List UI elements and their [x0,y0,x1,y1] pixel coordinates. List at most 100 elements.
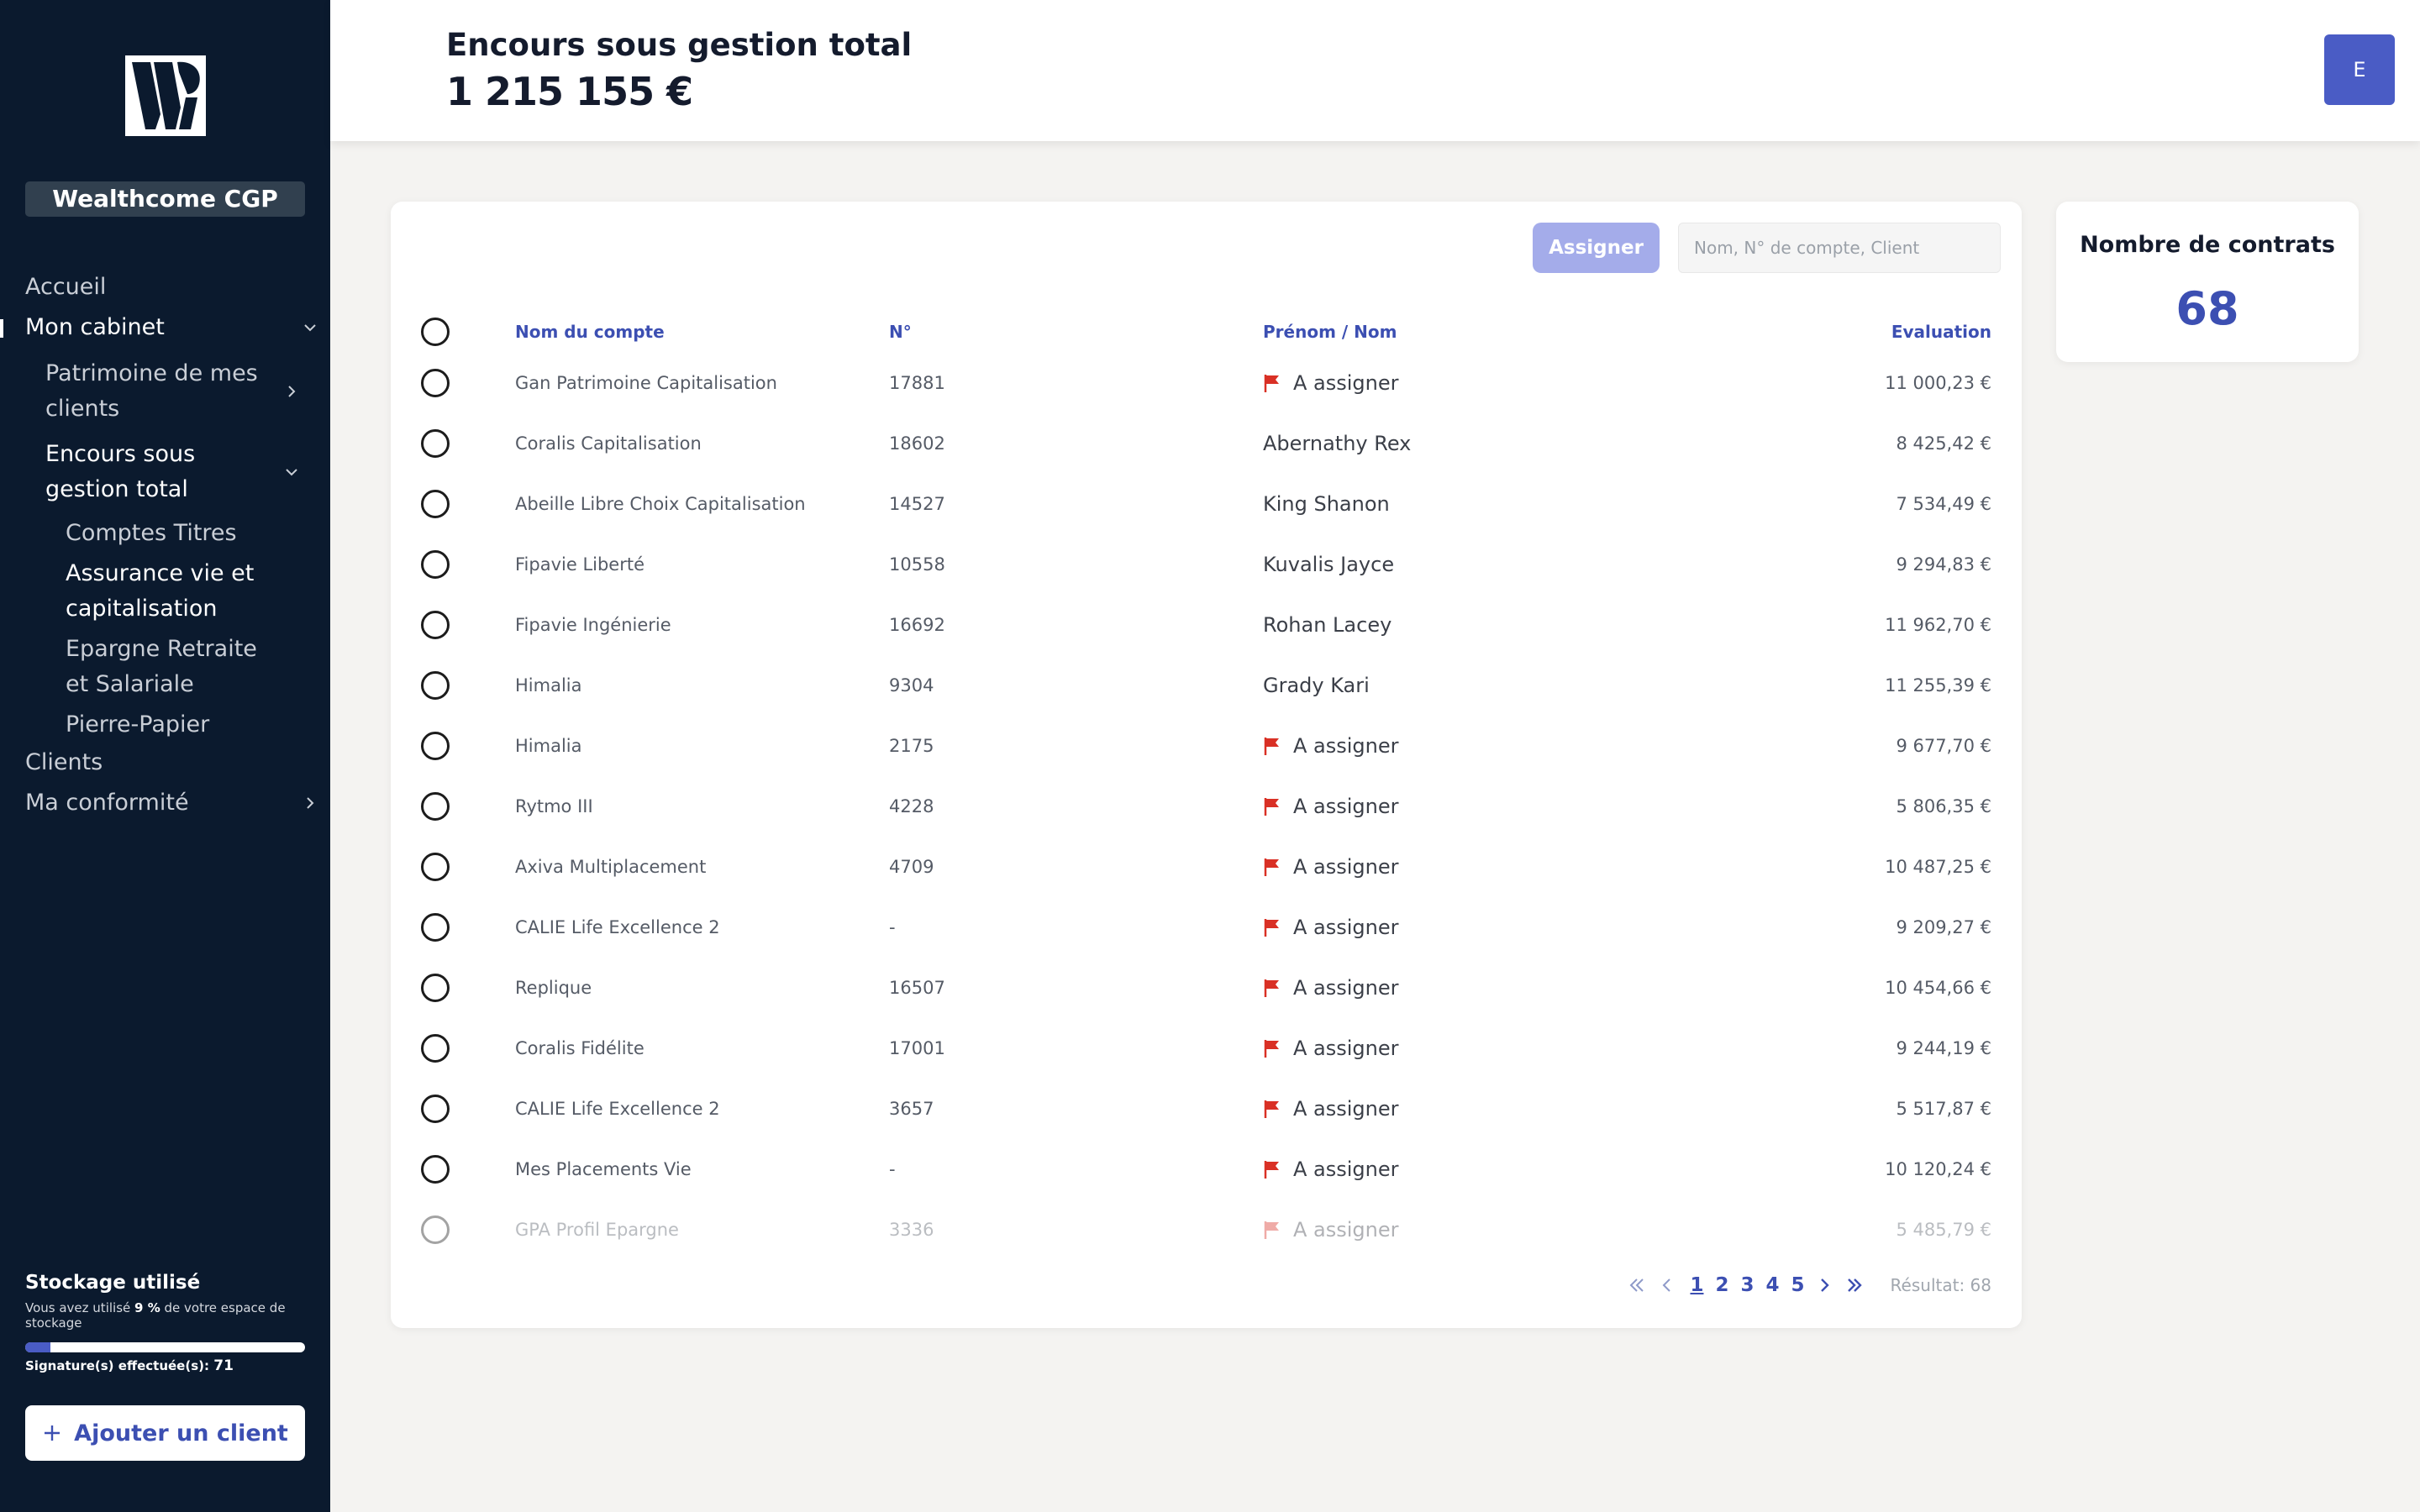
first-page-icon[interactable] [1626,1274,1648,1296]
account-holder: Rohan Lacey [1263,595,1392,655]
nav-patrimoine[interactable]: Patrimoine de mes clients [0,356,330,427]
header-number[interactable]: N° [889,311,912,353]
row-checkbox[interactable] [421,1095,450,1123]
holder-name: Kuvalis Jayce [1263,553,1395,576]
header-evaluation[interactable]: Evaluation [1891,311,1991,353]
row-checkbox[interactable] [421,490,450,518]
table-row[interactable]: Abeille Libre Choix Capitalisation 14527 K… [391,474,2022,534]
flag-icon [1263,796,1281,816]
holder-name: King Shanon [1263,492,1390,516]
flag-icon [1263,857,1281,877]
select-all-checkbox[interactable] [421,318,450,346]
row-checkbox[interactable] [421,1034,450,1063]
nav-assurance-vie[interactable]: Assurance vie et capitalisation [0,556,330,627]
table-row[interactable]: Coralis Capitalisation 18602 Abernathy Rex… [391,413,2022,474]
row-checkbox[interactable] [421,611,450,639]
table-row[interactable]: Coralis Fidélite 17001 A assigner 9 244,19 … [391,1018,2022,1079]
row-checkbox[interactable] [421,974,450,1002]
storage-progress-bar [25,1342,305,1352]
logo-w-icon [132,61,200,129]
prev-page-icon[interactable] [1656,1274,1678,1296]
account-holder: A assigner [1263,776,1399,837]
next-page-icon[interactable] [1813,1274,1835,1296]
flag-icon [1263,917,1281,937]
user-avatar[interactable]: E [2324,34,2395,105]
account-number: 4228 [889,796,934,816]
chevron-down-icon [283,464,300,480]
nav-accueil[interactable]: Accueil [0,267,330,307]
account-evaluation: 11 000,23 € [1885,373,1991,393]
sidebar: Wealthcome CGP Accueil Mon cabinet Patri… [0,0,330,1512]
holder-name: A assigner [1293,734,1399,758]
row-checkbox[interactable] [421,1155,450,1184]
holder-name: A assigner [1293,1158,1399,1181]
account-holder: Kuvalis Jayce [1263,534,1394,595]
account-evaluation: 11 962,70 € [1885,615,1991,635]
header-account-name[interactable]: Nom du compte [515,311,665,353]
nav-clients[interactable]: Clients [0,743,330,783]
row-checkbox[interactable] [421,792,450,821]
account-holder: A assigner [1263,353,1399,413]
account-name: Fipavie Ingénierie [515,615,671,635]
account-evaluation: 10 487,25 € [1885,857,1991,877]
table-row[interactable]: Himalia 2175 A assigner 9 677,70 € [391,716,2022,776]
account-name: Fipavie Liberté [515,554,645,575]
flag-icon [1263,373,1281,393]
table-row[interactable]: Rytmo III 4228 A assigner 5 806,35 € [391,776,2022,837]
page-3-link[interactable]: 3 [1741,1274,1754,1296]
row-checkbox[interactable] [421,1215,450,1244]
nav-label: Clients [25,749,103,775]
search-input[interactable] [1678,223,2001,273]
main-nav: Accueil Mon cabinet Patrimoine de mes cl… [0,267,330,823]
wealthcome-logo[interactable] [125,55,206,136]
add-client-button[interactable]: Ajouter un client [25,1405,305,1461]
flag-icon [1263,1220,1281,1240]
row-checkbox[interactable] [421,913,450,942]
row-checkbox[interactable] [421,429,450,458]
add-client-label: Ajouter un client [74,1420,288,1446]
table-row[interactable]: Himalia 9304 Grady Kari 11 255,39 € [391,655,2022,716]
account-name: CALIE Life Excellence 2 [515,917,720,937]
account-number: 4709 [889,857,934,877]
account-evaluation: 9 294,83 € [1896,554,1991,575]
storage-title: Stockage utilisé [25,1272,201,1294]
account-name: Coralis Capitalisation [515,433,702,454]
nav-pierre-papier[interactable]: Pierre-Papier [0,707,330,743]
table-row[interactable]: GPA Profil Epargne 3336 A assigner 5 485,79… [391,1200,2022,1260]
nav-mon-cabinet[interactable]: Mon cabinet [0,307,330,348]
table-row[interactable]: Mes Placements Vie - A assigner 10 120,24 € [391,1139,2022,1200]
account-number: 9304 [889,675,934,696]
nav-epargne[interactable]: Epargne Retraite et Salariale [0,632,330,702]
table-row[interactable]: CALIE Life Excellence 2 3657 A assigner 5 5… [391,1079,2022,1139]
page-4-link[interactable]: 4 [1766,1274,1780,1296]
row-checkbox[interactable] [421,853,450,881]
table-row[interactable]: Gan Patrimoine Capitalisation 17881 A assi… [391,353,2022,413]
holder-name: A assigner [1293,976,1399,1000]
table-row[interactable]: CALIE Life Excellence 2 - A assigner 9 209,… [391,897,2022,958]
header-person[interactable]: Prénom / Nom [1263,311,1397,353]
nav-encours[interactable]: Encours sous gestion total [0,437,330,507]
row-checkbox[interactable] [421,671,450,700]
row-checkbox[interactable] [421,550,450,579]
row-checkbox[interactable] [421,369,450,397]
table-row[interactable]: Axiva Multiplacement 4709 A assigner 10 487… [391,837,2022,897]
table-row[interactable]: Fipavie Ingénierie 16692 Rohan Lacey 11 962… [391,595,2022,655]
row-checkbox[interactable] [421,732,450,760]
table-row[interactable]: Replique 16507 A assigner 10 454,66 € [391,958,2022,1018]
page-5-link[interactable]: 5 [1791,1274,1805,1296]
account-holder: A assigner [1263,958,1399,1018]
table-row[interactable]: Fipavie Liberté 10558 Kuvalis Jayce 9 294,8… [391,534,2022,595]
holder-name: A assigner [1293,1097,1399,1121]
holder-name: A assigner [1293,855,1399,879]
last-page-icon[interactable] [1844,1274,1865,1296]
page-2-link[interactable]: 2 [1715,1274,1728,1296]
page-1-link[interactable]: 1 [1690,1274,1703,1296]
nav-label: Assurance vie et capitalisation [66,560,255,622]
nav-comptes-titres[interactable]: Comptes Titres [0,516,330,551]
flag-icon [1263,978,1281,998]
account-evaluation: 5 485,79 € [1896,1220,1991,1240]
nav-conformite[interactable]: Ma conformité [0,783,330,823]
chevron-down-icon [302,319,318,336]
account-evaluation: 10 120,24 € [1885,1159,1991,1179]
assign-button[interactable]: Assigner [1533,223,1660,273]
